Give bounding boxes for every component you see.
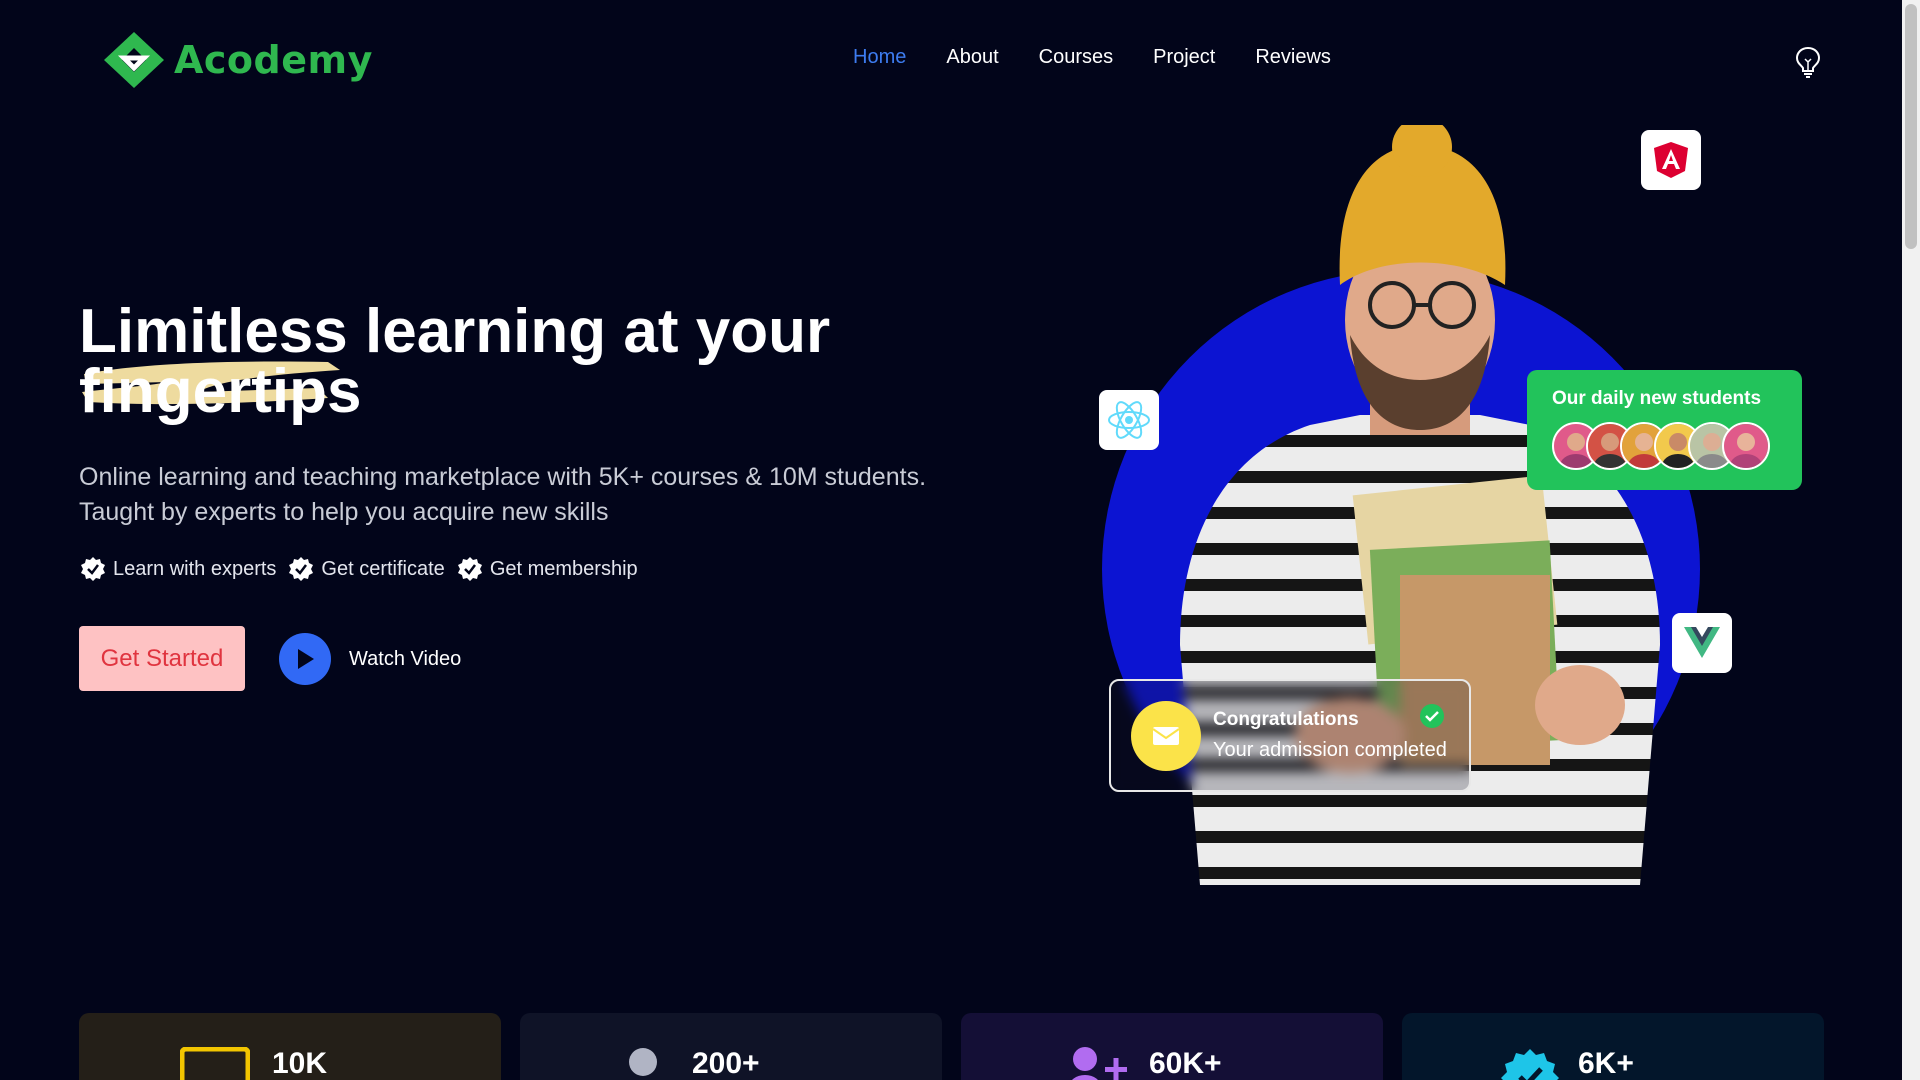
hero-subtitle-line-2: Taught by experts to help you acquire ne… xyxy=(79,498,609,526)
feature-label: Get membership xyxy=(489,557,638,580)
verified-badge-icon xyxy=(1501,1049,1559,1080)
page-scrollbar[interactable] xyxy=(1902,0,1920,1080)
nav-project[interactable]: Project xyxy=(1153,46,1215,69)
feature-list: Learn with experts Get certificate Get m… xyxy=(80,556,638,582)
dot-icon xyxy=(629,1048,657,1076)
react-logo-badge xyxy=(1099,390,1159,450)
verified-check-icon xyxy=(457,557,482,581)
mail-icon xyxy=(1131,700,1201,771)
hero-subtitle-line-1: Online learning and teaching marketplace… xyxy=(79,463,927,491)
stat-card-certified: 6K+ xyxy=(1402,1013,1824,1080)
nav-about[interactable]: About xyxy=(946,46,998,69)
angular-icon xyxy=(1654,142,1688,178)
avatar xyxy=(1722,422,1770,470)
students-card-title: Our daily new students xyxy=(1552,388,1762,409)
get-started-button[interactable]: Get Started xyxy=(79,626,245,691)
landing-page: Acodemy Home About Courses Project Revie… xyxy=(0,0,1902,1080)
stat-card-instructors: 200+ xyxy=(520,1013,942,1080)
verified-check-icon xyxy=(81,557,105,581)
feature-item: Get certificate xyxy=(288,556,445,582)
nav-reviews[interactable]: Reviews xyxy=(1255,46,1331,69)
check-circle-icon xyxy=(1420,704,1444,728)
angular-logo-badge xyxy=(1641,130,1701,190)
feature-item: Learn with experts xyxy=(80,556,276,582)
vue-icon xyxy=(1684,627,1720,658)
scrollbar-thumb[interactable] xyxy=(1905,4,1917,249)
daily-students-card: Our daily new students xyxy=(1527,370,1802,490)
vue-logo-badge xyxy=(1672,613,1732,673)
react-icon xyxy=(1108,401,1150,439)
admission-notification-card: Congratulations Your admission completed xyxy=(1109,679,1471,792)
main-nav: Home About Courses Project Reviews xyxy=(853,46,1331,69)
notification-text: Congratulations Your admission completed xyxy=(1213,709,1447,762)
nav-home[interactable]: Home xyxy=(853,46,906,69)
lightbulb-icon[interactable] xyxy=(1795,46,1821,78)
nav-courses[interactable]: Courses xyxy=(1039,46,1113,69)
tv-icon xyxy=(180,1047,250,1080)
notification-title: Congratulations xyxy=(1213,709,1359,730)
logo-diamond-icon xyxy=(104,32,164,88)
user-plus-icon xyxy=(1072,1047,1127,1080)
hero-subtitle: Online learning and teaching marketplace… xyxy=(79,460,979,530)
verified-check-icon xyxy=(289,557,314,581)
notification-message: Your admission completed xyxy=(1213,739,1447,761)
feature-label: Learn with experts xyxy=(113,557,277,580)
student-avatars xyxy=(1552,422,1777,470)
logo[interactable]: Acodemy xyxy=(102,30,373,90)
feature-label: Get certificate xyxy=(321,557,445,580)
stat-card-students: 60K+ xyxy=(961,1013,1383,1080)
stat-value: 200+ xyxy=(692,1047,760,1080)
logo-text: Acodemy xyxy=(174,38,373,82)
hero-title: Limitless learning at your fingertips xyxy=(79,297,831,426)
stat-card-courses: 10K xyxy=(79,1013,501,1080)
watch-video-button[interactable]: Watch Video xyxy=(279,633,461,685)
play-icon[interactable] xyxy=(279,633,331,685)
watch-video-label: Watch Video xyxy=(349,647,462,670)
feature-item: Get membership xyxy=(457,556,638,582)
stat-value: 6K+ xyxy=(1578,1047,1634,1080)
stat-value: 60K+ xyxy=(1149,1047,1222,1080)
stat-value: 10K xyxy=(272,1047,328,1080)
